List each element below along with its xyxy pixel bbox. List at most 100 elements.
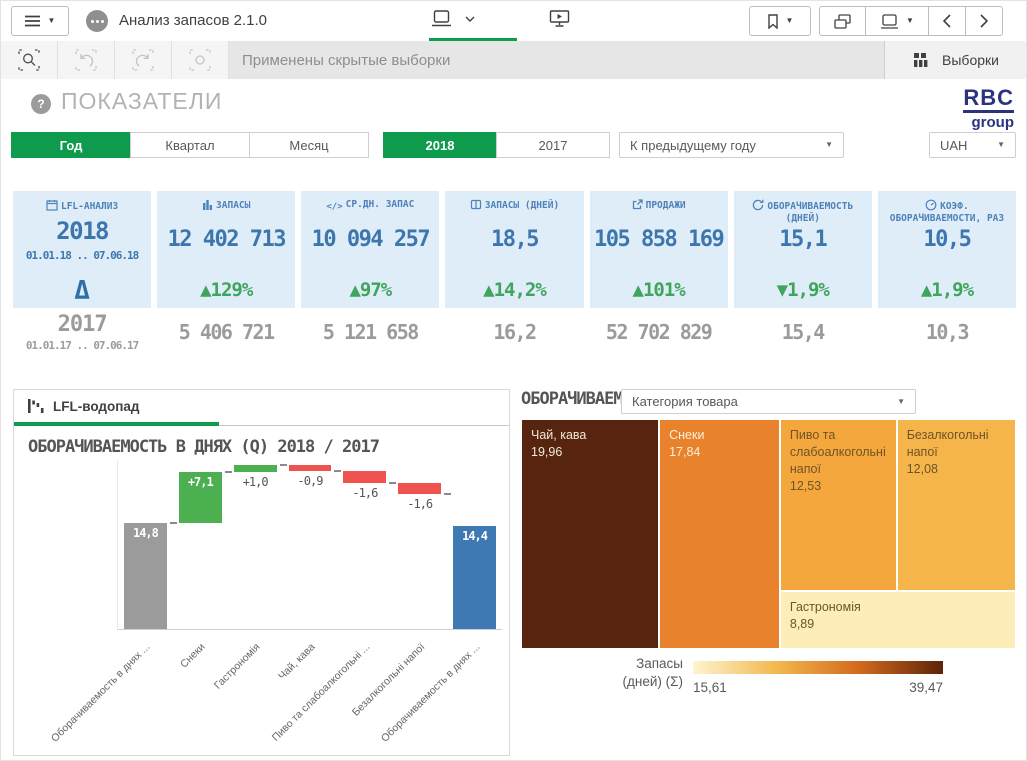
waterfall-bar-label: -1,6 xyxy=(390,497,450,511)
waterfall-x-label: Оборачиваемость в днях ... xyxy=(31,641,153,761)
waterfall-bar-label: +7,1 xyxy=(179,475,222,489)
treemap-cell[interactable]: Снеки17,84 xyxy=(659,419,780,649)
waterfall-bar[interactable] xyxy=(234,465,277,472)
kpi-card-avg-stock[interactable]: </>СР.ДН. ЗАПАС 10 094 257 ▲97% xyxy=(301,191,439,308)
treemap-cell-value: 12,08 xyxy=(907,461,1006,478)
prev-value: 16,2 xyxy=(445,320,583,344)
treemap: Чай, кава19,96Снеки17,84Пиво та слабоалк… xyxy=(521,419,1016,649)
kpi-delta: Δ xyxy=(13,276,151,306)
waterfall-bar[interactable] xyxy=(398,483,441,494)
filter-quarter-button[interactable]: Квартал xyxy=(130,132,250,158)
gauge-icon xyxy=(925,201,940,212)
kpi-value: 18,5 xyxy=(445,227,583,252)
bookmarks-button[interactable]: ▼ xyxy=(749,6,811,36)
chevron-down-icon: ▼ xyxy=(786,17,794,25)
help-icon[interactable]: ? xyxy=(31,94,51,114)
prev-year-cell: 52 702 829 xyxy=(590,308,728,366)
waterfall-x-label: Чай, кава xyxy=(196,641,318,761)
selections-tool-button[interactable]: Выборки xyxy=(884,41,1026,79)
waterfall-connector xyxy=(225,471,232,473)
kpi-label: ОБОРАЧИВАЕМОСТЬ (ДНЕЙ) xyxy=(767,201,853,224)
kpi-card-stock[interactable]: ЗАПАСЫ 12 402 713 ▲129% xyxy=(157,191,295,308)
prev-year-cell: 10,3 xyxy=(878,308,1016,366)
waterfall-bar[interactable]: 14,4 xyxy=(453,526,496,629)
waterfall-x-axis: Оборачиваемость в днях ...СнекиГастроном… xyxy=(117,633,502,751)
category-dropdown-value: Категория товара xyxy=(632,394,738,409)
waterfall-plot: 14,8+7,1+1,0-0,9-1,6-1,614,4 xyxy=(117,460,502,630)
treemap-cell-value: 17,84 xyxy=(669,444,770,461)
prev-year-cell: 15,4 xyxy=(734,308,872,366)
currency-dropdown[interactable]: UAH ▼ xyxy=(929,132,1016,158)
waterfall-bar[interactable]: +7,1 xyxy=(179,472,222,523)
logo-line1: RBC xyxy=(963,87,1014,113)
kpi-label: СР.ДН. ЗАПАС xyxy=(346,199,415,210)
smart-search-button[interactable] xyxy=(1,41,58,79)
hamburger-icon xyxy=(25,15,40,27)
filter-month-button[interactable]: Месяц xyxy=(249,132,369,158)
sheet-navigation-group: ▼ xyxy=(819,6,1003,36)
sheet-icon xyxy=(880,14,899,29)
prev-value: 5 406 721 xyxy=(157,320,295,344)
waterfall-bar[interactable] xyxy=(343,471,386,482)
waterfall-connector xyxy=(280,464,287,466)
kpi-card-turnover-ratio[interactable]: КОЭФ. ОБОРАЧИВАЕМОСТИ, РАЗ 10,5 ▲1,9% xyxy=(878,191,1016,308)
tab-lfl-waterfall[interactable]: LFL-водопад xyxy=(14,390,219,426)
filter-2018-button[interactable]: 2018 xyxy=(383,132,497,158)
treemap-cell[interactable]: Чай, кава19,96 xyxy=(521,419,659,649)
bookmark-icon xyxy=(767,14,779,29)
treemap-cell[interactable]: Пиво та слабоалкогольні напої12,53 xyxy=(780,419,897,591)
compare-dropdown[interactable]: К предыдущему году ▼ xyxy=(619,132,844,158)
category-dropdown[interactable]: Категория товара ▼ xyxy=(621,389,916,414)
sheet-icon xyxy=(431,10,452,27)
treemap-cell[interactable]: Безалкогольні напої12,08 xyxy=(897,419,1016,591)
kpi-delta: ▲129% xyxy=(157,279,295,301)
filter-2017-button[interactable]: 2017 xyxy=(496,132,610,158)
waterfall-x-label: Снеки xyxy=(86,641,208,761)
waterfall-bar-label: -1,6 xyxy=(335,486,395,500)
clear-selections-button[interactable] xyxy=(172,41,229,79)
treemap-cell-value: 19,96 xyxy=(531,444,649,461)
prev-year-cell: 2017 01.01.17 .. 07.06.17 xyxy=(13,308,151,366)
bar-chart-icon xyxy=(202,200,216,211)
selections-actions xyxy=(1,41,229,79)
global-menu-button[interactable]: ▼ xyxy=(11,6,69,36)
duplicate-sheet-button[interactable] xyxy=(820,7,866,35)
kpi-value: 2018 xyxy=(13,217,151,245)
chevron-right-icon xyxy=(980,14,988,28)
treemap-legend-min: 15,61 xyxy=(693,680,727,695)
caret-down-icon: ▼ xyxy=(825,141,833,149)
refresh-icon xyxy=(752,201,767,212)
filter-year-button[interactable]: Год xyxy=(11,132,131,158)
tab-label: LFL-водопад xyxy=(53,399,139,414)
kpi-delta: ▲97% xyxy=(301,279,439,301)
waterfall-connector xyxy=(170,522,177,524)
previous-sheet-button[interactable] xyxy=(929,7,966,35)
waterfall-x-label: Пиво та слабоалкогольні ... xyxy=(251,641,373,761)
waterfall-tabbar: LFL-водопад xyxy=(14,390,509,426)
kpi-card-sales[interactable]: ПРОДАЖИ 105 858 169 ▲101% xyxy=(590,191,728,308)
undo-selection-button[interactable] xyxy=(58,41,115,79)
waterfall-connector xyxy=(389,482,396,484)
treemap-cell-name: Снеки xyxy=(669,427,770,444)
year-filter-group: 2018 2017 xyxy=(383,132,610,158)
next-sheet-button[interactable] xyxy=(966,7,1002,35)
waterfall-bar[interactable] xyxy=(289,465,332,471)
chevron-down-icon xyxy=(465,16,475,22)
kpi-card-turnover-days[interactable]: ОБОРАЧИВАЕМОСТЬ (ДНЕЙ) 15,1 ▼1,9% xyxy=(734,191,872,308)
treemap-panel: ОБОРАЧИВАЕМОСТЬ В ДНЯХ (Q) 2018 Чай, кав… xyxy=(521,389,1016,756)
sheets-menu-button[interactable] xyxy=(431,10,475,27)
kpi-value: 12 402 713 xyxy=(157,227,295,252)
treemap-cell[interactable]: Гастрономія8,89 xyxy=(780,591,1016,649)
code-icon: </> xyxy=(326,202,342,212)
currency-dropdown-value: UAH xyxy=(940,138,967,153)
redo-selection-button[interactable] xyxy=(115,41,172,79)
kpi-card-lfl[interactable]: LFL-АНАЛИЗ 2018 01.01.18 .. 07.06.18 Δ xyxy=(13,191,151,308)
waterfall-x-label: Гастрономія xyxy=(141,641,263,761)
presentation-play-icon[interactable] xyxy=(549,10,570,27)
app-thumbnail-icon[interactable] xyxy=(86,10,108,32)
kpi-card-stock-days[interactable]: ЗАПАСЫ (ДНЕЙ) 18,5 ▲14,2% xyxy=(445,191,583,308)
waterfall-bar[interactable]: 14,8 xyxy=(124,523,167,629)
caret-down-icon: ▼ xyxy=(897,398,905,406)
sheet-list-button[interactable]: ▼ xyxy=(866,7,929,35)
kpi-value: 105 858 169 xyxy=(590,227,728,252)
